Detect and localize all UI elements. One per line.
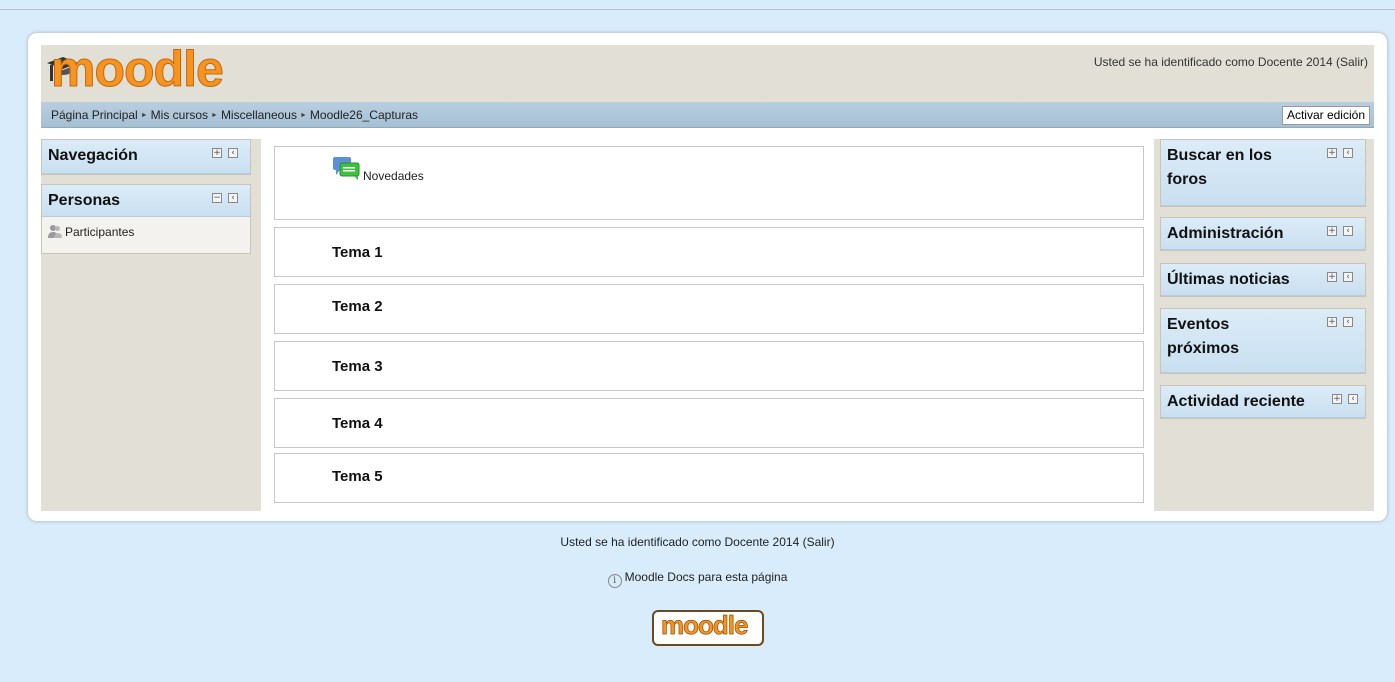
left-column: Navegación + ‹ Personas − ‹ Participante… — [41, 139, 261, 511]
section-topic-2: Tema 2 — [274, 284, 1144, 334]
footer-moodle-logo[interactable]: moodle — [652, 610, 764, 646]
expand-icon[interactable]: + — [1327, 272, 1337, 282]
header-login-info[interactable]: Usted se ha identificado como Docente 20… — [1094, 55, 1368, 69]
footer-logo-text: moodle — [661, 610, 749, 641]
footer-login-info[interactable]: Usted se ha identificado como Docente 20… — [0, 535, 1395, 549]
block-header: Actividad reciente + ‹ — [1161, 386, 1365, 418]
expand-icon[interactable]: + — [1332, 394, 1342, 404]
block-content: Participantes — [42, 217, 250, 246]
page-container: moodle Usted se ha identificado como Doc… — [27, 32, 1388, 522]
section-title: Tema 3 — [332, 358, 383, 375]
block-header: Eventos próximos + ‹ — [1161, 309, 1365, 373]
block-latest-news: Últimas noticias + ‹ — [1160, 263, 1366, 297]
section-topic-5: Tema 5 — [274, 453, 1144, 503]
collapse-icon[interactable]: − — [212, 193, 222, 203]
dock-icon[interactable]: ‹ — [1343, 272, 1353, 282]
forum-news-label: Novedades — [363, 169, 424, 183]
logo-text: moodle — [51, 41, 225, 97]
section-general: Novedades — [274, 146, 1144, 220]
block-header: Administración + ‹ — [1161, 218, 1365, 250]
block-title-cont[interactable]: próximos — [1161, 337, 1365, 361]
participants-icon — [48, 225, 62, 238]
block-navigation: Navegación + ‹ — [41, 139, 251, 175]
breadcrumb-home[interactable]: Página Principal — [51, 108, 138, 122]
participants-link[interactable]: Participantes — [65, 225, 134, 239]
moodle-docs-link[interactable]: Moodle Docs para esta página — [625, 570, 788, 584]
section-topic-4: Tema 4 — [274, 398, 1144, 448]
info-icon: i — [607, 574, 622, 588]
dock-icon[interactable]: ‹ — [1343, 148, 1353, 158]
block-upcoming-events: Eventos próximos + ‹ — [1160, 308, 1366, 374]
block-recent-activity: Actividad reciente + ‹ — [1160, 385, 1366, 419]
expand-icon[interactable]: + — [1327, 148, 1337, 158]
dock-icon[interactable]: ‹ — [1343, 226, 1353, 236]
section-topic-3: Tema 3 — [274, 341, 1144, 391]
section-topic-1: Tema 1 — [274, 227, 1144, 277]
navbar: Página Principal ► Mis cursos ► Miscellaneou… — [41, 102, 1374, 128]
block-search-forums: Buscar en los foros + ‹ — [1160, 139, 1366, 207]
section-title: Tema 5 — [332, 468, 383, 485]
dock-icon[interactable]: ‹ — [1348, 394, 1358, 404]
dock-icon[interactable]: ‹ — [1343, 317, 1353, 327]
section-title: Tema 2 — [332, 298, 383, 315]
expand-icon[interactable]: + — [1327, 317, 1337, 327]
block-header: Buscar en los foros + ‹ — [1161, 140, 1365, 206]
block-administration: Administración + ‹ — [1160, 217, 1366, 251]
breadcrumb-course[interactable]: Moodle26_Capturas — [310, 108, 418, 122]
block-title-cont[interactable]: foros — [1161, 168, 1365, 192]
forum-icon — [333, 157, 360, 180]
dock-icon[interactable]: ‹ — [228, 193, 238, 203]
block-header: Últimas noticias + ‹ — [1161, 264, 1365, 296]
breadcrumb-my-courses[interactable]: Mis cursos — [151, 108, 208, 122]
section-title: Tema 4 — [332, 415, 383, 432]
forum-news-link[interactable]: Novedades — [333, 157, 424, 183]
section-title: Tema 1 — [332, 244, 383, 261]
right-column: Buscar en los foros + ‹ Administración +… — [1154, 139, 1374, 511]
dock-icon[interactable]: ‹ — [228, 148, 238, 158]
block-header: Personas − ‹ — [42, 185, 250, 217]
expand-icon[interactable]: + — [212, 148, 222, 158]
breadcrumb-separator-icon: ► — [211, 112, 218, 120]
top-rule — [0, 0, 1395, 10]
block-people: Personas − ‹ Participantes — [41, 184, 251, 254]
breadcrumb-separator-icon: ► — [140, 112, 148, 120]
footer-docs: i Moodle Docs para esta página — [0, 570, 1395, 588]
expand-icon[interactable]: + — [1327, 226, 1337, 236]
turn-editing-on-button[interactable]: Activar edición — [1281, 106, 1370, 125]
block-header: Navegación + ‹ — [42, 140, 250, 174]
page-header: moodle Usted se ha identificado como Doc… — [41, 41, 1374, 102]
breadcrumb-separator-icon: ► — [299, 112, 307, 120]
breadcrumb-category[interactable]: Miscellaneous — [221, 108, 297, 122]
breadcrumb: Página Principal ► Mis cursos ► Miscellaneou… — [51, 108, 418, 122]
